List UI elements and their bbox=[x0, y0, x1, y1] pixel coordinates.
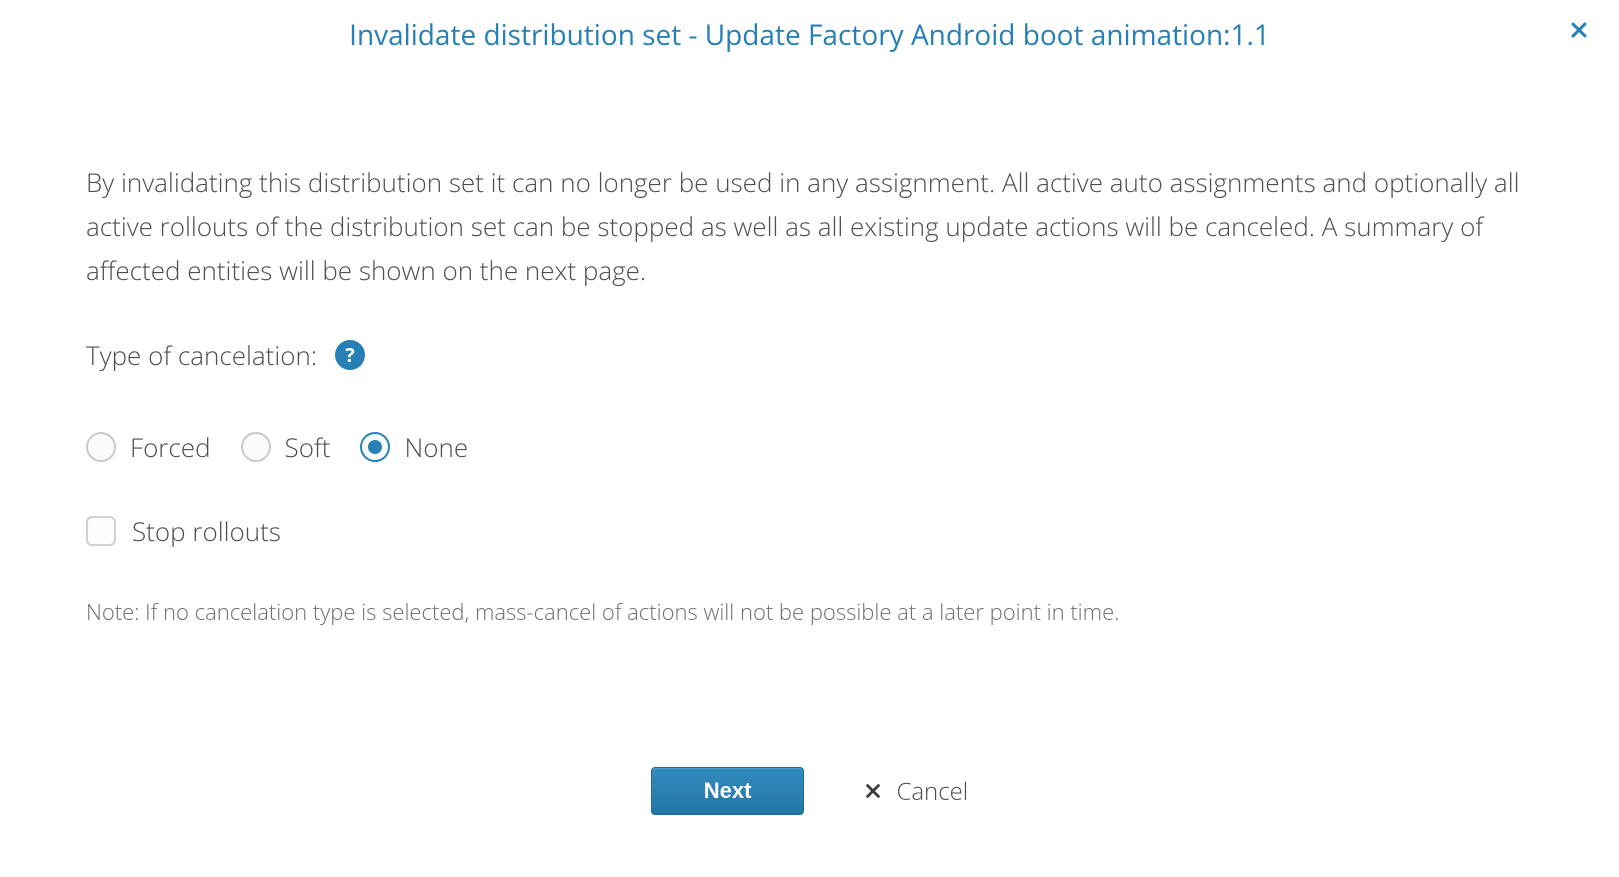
help-icon[interactable]: ? bbox=[335, 340, 365, 370]
note-text: Note: If no cancelation type is selected… bbox=[86, 597, 1533, 627]
radio-none-label: None bbox=[404, 429, 468, 465]
description-text: By invalidating this distribution set it… bbox=[86, 160, 1533, 293]
cancelation-radio-group: Forced Soft None bbox=[86, 429, 1533, 465]
radio-forced-indicator bbox=[86, 432, 116, 462]
checkbox-label: Stop rollouts bbox=[132, 513, 281, 549]
close-icon[interactable] bbox=[1567, 18, 1591, 42]
cancelation-label-row: Type of cancelation: ? bbox=[86, 337, 1533, 373]
next-button[interactable]: Next bbox=[651, 767, 805, 815]
invalidate-dialog: Invalidate distribution set - Update Fac… bbox=[0, 0, 1619, 877]
dialog-footer: Next Cancel bbox=[0, 767, 1619, 815]
radio-soft[interactable]: Soft bbox=[241, 429, 331, 465]
radio-none[interactable]: None bbox=[360, 429, 468, 465]
dialog-content: By invalidating this distribution set it… bbox=[0, 70, 1619, 627]
cancel-label: Cancel bbox=[896, 775, 968, 808]
checkbox-indicator bbox=[86, 516, 116, 546]
radio-forced-label: Forced bbox=[130, 429, 211, 465]
stop-rollouts-checkbox[interactable]: Stop rollouts bbox=[86, 513, 1533, 549]
x-icon bbox=[862, 780, 884, 802]
cancel-button[interactable]: Cancel bbox=[862, 775, 968, 808]
dialog-title: Invalidate distribution set - Update Fac… bbox=[0, 0, 1619, 70]
radio-forced[interactable]: Forced bbox=[86, 429, 211, 465]
radio-soft-indicator bbox=[241, 432, 271, 462]
cancelation-label: Type of cancelation: bbox=[86, 337, 317, 373]
radio-none-indicator bbox=[360, 432, 390, 462]
radio-soft-label: Soft bbox=[285, 429, 331, 465]
